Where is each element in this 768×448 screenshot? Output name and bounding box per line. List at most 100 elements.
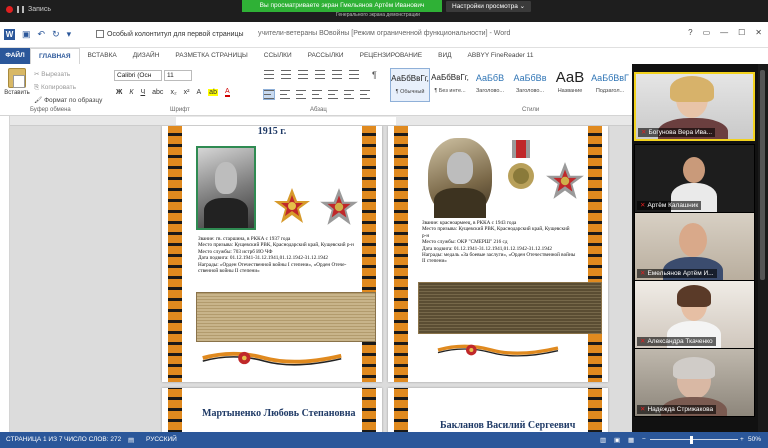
web-layout-icon[interactable]: ▦ — [628, 436, 634, 444]
veteran-photo — [196, 146, 256, 230]
style-title[interactable]: АаВ Название — [550, 68, 590, 102]
superscript-button[interactable]: x² — [184, 89, 190, 96]
maximize-icon[interactable]: ☐ — [738, 28, 745, 37]
vertical-ruler — [0, 116, 10, 432]
font-size-select[interactable]: 11 — [164, 70, 192, 81]
word-count[interactable]: ЧИСЛО СЛОВ: 272 — [64, 436, 121, 443]
group-label-paragraph: Абзац — [310, 107, 327, 113]
sort-icon[interactable] — [349, 70, 359, 79]
line-spacing-icon[interactable] — [328, 90, 338, 99]
first-page-header-checkbox[interactable]: Особый колонтитул для первой страницы — [96, 30, 244, 38]
style-name: Заголово... — [515, 88, 545, 94]
checkbox-icon[interactable] — [96, 30, 104, 38]
list-buttons — [264, 70, 359, 79]
highlight-button[interactable]: ab — [208, 89, 218, 96]
tab-design[interactable]: ДИЗАЙН — [125, 48, 168, 64]
cut-button[interactable]: ✂ Вырезать — [34, 68, 102, 81]
subscript-button[interactable]: x₂ — [170, 89, 176, 96]
participant-face — [683, 157, 705, 183]
bold-button[interactable]: Ж — [116, 89, 122, 96]
quick-access-toolbar: W ▣ ↶ ↻ ▾ — [4, 29, 71, 40]
underline-button[interactable]: Ч — [140, 89, 145, 96]
pause-icon[interactable] — [17, 6, 24, 13]
participant-face — [679, 223, 707, 257]
help-icon[interactable]: ? — [688, 28, 692, 37]
participant-tile[interactable]: ✕ Надежда Стрижакова — [634, 348, 755, 417]
close-icon[interactable]: ✕ — [755, 28, 762, 37]
style-normal[interactable]: АаБбВвГг, ¶ Обычный — [390, 68, 430, 102]
participant-tile[interactable]: ✕ Артём Калашник — [634, 144, 755, 213]
mic-muted-icon: ✕ — [640, 338, 646, 345]
redo-icon[interactable]: ↻ — [52, 29, 60, 40]
recording-indicator[interactable]: Запись — [6, 6, 51, 13]
clipboard-icon — [8, 68, 26, 88]
participants-panel: ✕ Богунова Вера Ива... ✕ Артём Калашник ✕ Е… — [632, 64, 768, 432]
tab-layout[interactable]: РАЗМЕТКА СТРАНИЦЫ — [167, 48, 255, 64]
undo-icon[interactable]: ↶ — [38, 29, 46, 40]
participant-name: Артём Калашник — [647, 202, 699, 209]
proofing-icon[interactable]: ▤ — [128, 436, 134, 444]
show-marks-icon[interactable]: ¶ — [372, 70, 377, 80]
tab-abbyy[interactable]: ABBYY FineReader 11 — [460, 48, 542, 64]
newspaper-clipping — [418, 282, 602, 334]
horizontal-ruler — [10, 116, 632, 126]
save-icon[interactable]: ▣ — [22, 29, 31, 40]
paste-button[interactable]: Вставить — [4, 68, 30, 96]
participant-tile[interactable]: ✕ Богунова Вера Ива... — [634, 72, 755, 141]
view-options-button[interactable]: Настройки просмотра ⌄ — [446, 1, 532, 12]
footer-ornament — [437, 344, 559, 357]
style-subtitle[interactable]: АаБбВвГ Подзагол... — [590, 68, 630, 102]
participant-tile[interactable]: ✕ Александра Ткаченко — [634, 280, 755, 349]
photo-face — [214, 162, 238, 195]
ribbon-options-icon[interactable]: ▭ — [703, 28, 711, 37]
italic-button[interactable]: К — [129, 89, 133, 96]
tab-view[interactable]: ВИД — [430, 48, 459, 64]
increase-indent-icon[interactable] — [332, 70, 342, 79]
decrease-indent-icon[interactable] — [315, 70, 325, 79]
group-label-clipboard: Буфер обмена — [30, 107, 71, 113]
style-heading-1[interactable]: АаБбВ Заголово... — [470, 68, 510, 102]
zoom-slider[interactable] — [650, 439, 738, 440]
style-heading-2[interactable]: АаБбВв Заголово... — [510, 68, 550, 102]
copy-button[interactable]: ⎘ Копировать — [34, 81, 102, 94]
tab-insert[interactable]: ВСТАВКА — [80, 48, 125, 64]
bullets-icon[interactable] — [264, 70, 274, 79]
read-mode-icon[interactable]: ▥ — [600, 436, 606, 444]
strikethrough-button[interactable]: abc — [152, 89, 163, 96]
tab-mailings[interactable]: РАССЫЛКИ — [300, 48, 352, 64]
justify-icon[interactable] — [312, 90, 322, 99]
numbering-icon[interactable] — [281, 70, 291, 79]
tab-review[interactable]: РЕЦЕНЗИРОВАНИЕ — [352, 48, 431, 64]
info-line: Награды: медаль «За боевые заслуги», «Ор… — [422, 252, 576, 259]
print-layout-icon[interactable]: ▣ — [614, 436, 620, 444]
record-icon — [6, 6, 13, 13]
minimize-icon[interactable]: — — [720, 28, 728, 37]
align-left-icon[interactable] — [263, 89, 275, 100]
language[interactable]: РУССКИЙ — [146, 436, 177, 443]
tab-home[interactable]: ГЛАВНАЯ — [30, 48, 80, 64]
zoom-level[interactable]: 50% — [748, 436, 761, 443]
zoom-in-icon[interactable]: + — [740, 436, 744, 443]
align-right-icon[interactable] — [296, 90, 306, 99]
font-name-select[interactable]: Calibri (Осн — [114, 70, 162, 81]
page-count[interactable]: СТРАНИЦА 1 ИЗ 7 — [6, 436, 62, 443]
zoom-slider-knob[interactable] — [690, 436, 693, 444]
customize-qat-icon[interactable]: ▾ — [67, 29, 72, 40]
align-center-icon[interactable] — [280, 90, 290, 99]
style-no-spacing[interactable]: АаБбВвГг, ¶ Без инте... — [430, 68, 470, 102]
multilevel-list-icon[interactable] — [298, 70, 308, 79]
shading-icon[interactable] — [344, 90, 354, 99]
zoom-out-icon[interactable]: − — [642, 436, 646, 443]
participants-scroll-thumb[interactable] — [760, 70, 765, 280]
info-line: II степени» — [422, 258, 447, 265]
format-painter-button[interactable]: 🖌 Формат по образцу — [34, 94, 102, 107]
text-effects-button[interactable]: A — [197, 89, 202, 96]
borders-icon[interactable] — [360, 90, 370, 99]
veteran-name-heading: Бакланов Василий Сергеевич — [440, 420, 576, 431]
clipboard-commands: ✂ Вырезать ⎘ Копировать 🖌 Формат по обра… — [34, 68, 102, 107]
tab-file[interactable]: ФАЙЛ — [0, 48, 30, 64]
participant-tile[interactable]: ✕ Емельянов Артём И... — [634, 212, 755, 281]
window-controls: ? ▭ — ☐ ✕ — [688, 28, 762, 37]
font-color-button[interactable]: A — [224, 88, 230, 97]
tab-references[interactable]: ССЫЛКИ — [256, 48, 300, 64]
